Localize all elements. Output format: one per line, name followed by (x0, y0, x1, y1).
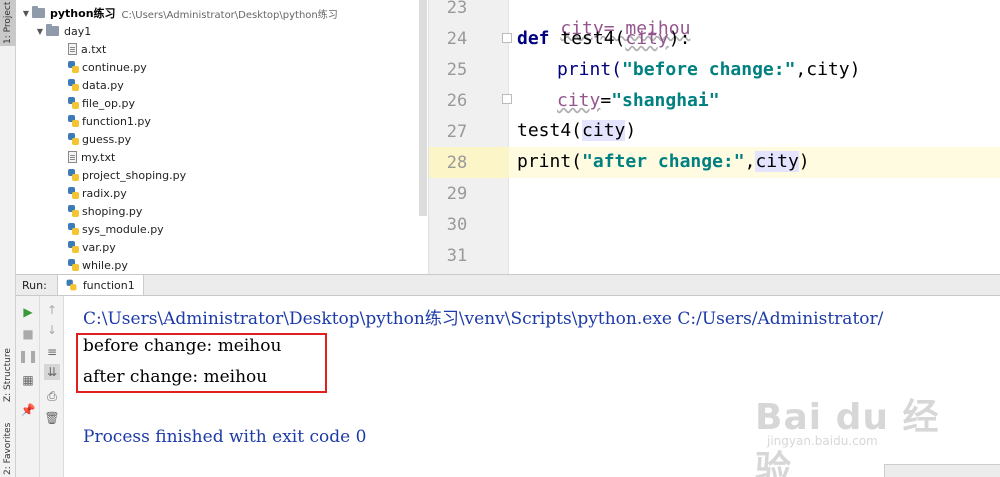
folder-icon (46, 24, 59, 36)
tree-file-row[interactable]: project_shoping.py (68, 166, 186, 184)
soft-wrap-icon[interactable]: ≡ (44, 344, 60, 360)
run-tab-function1[interactable]: function1 (56, 275, 144, 295)
project-tree-panel: ▼ python练习 C:\Users\Administrator\Deskto… (16, 0, 428, 274)
print-icon[interactable]: ⎙ (44, 388, 60, 404)
line-number: 30 (446, 215, 468, 235)
line-number: 28 (446, 153, 468, 173)
pause-icon[interactable]: ❚❚ (18, 348, 38, 364)
python-file-icon (68, 79, 79, 91)
line-number: 23 (446, 0, 468, 18)
file-name: function1.py (82, 114, 151, 128)
text-file-icon (68, 151, 77, 163)
structure-tool-tab[interactable]: Z: Structure (0, 340, 16, 410)
left-tool-strip: 1: Project Z: Structure 2: Favorites (0, 0, 16, 477)
code-editor[interactable]: 23 24 25 26 27 28 29 30 31 city= meihou def test… (428, 0, 1000, 274)
scroll-down-icon[interactable]: ↓ (44, 322, 60, 338)
run-label: Run: (22, 278, 47, 292)
tree-file-row[interactable]: file_op.py (68, 94, 135, 112)
python-file-icon (68, 187, 79, 199)
watermark-url: jingyan.baidu.com (767, 434, 878, 448)
tree-file-row[interactable]: while.py (68, 256, 128, 274)
folder-icon (32, 6, 45, 18)
run-toolbar-right: ↑ ↓ ≡ ⇊ ⎙ 🗑 (40, 296, 64, 477)
python-file-icon (68, 115, 79, 127)
code-line-24: def test4(city): (517, 28, 691, 49)
file-name: guess.py (82, 132, 132, 146)
scroll-to-end-icon[interactable]: ⇊ (44, 364, 60, 380)
tree-folder-day1[interactable]: ▼ day1 (34, 22, 91, 40)
console-command-line: C:\Users\Administrator\Desktop\python练习\… (83, 309, 884, 329)
console-exit-line: Process finished with exit code 0 (83, 427, 367, 447)
python-file-icon (68, 259, 79, 271)
stop-icon[interactable]: ■ (20, 326, 36, 342)
file-name: sys_module.py (82, 222, 164, 236)
code-line-25: print("before change:",city) (557, 59, 861, 80)
fold-marker-icon[interactable] (502, 33, 512, 43)
python-file-icon (68, 205, 79, 217)
file-name: var.py (82, 240, 116, 254)
line-number: 25 (446, 60, 468, 80)
tree-file-row[interactable]: shoping.py (68, 202, 142, 220)
console-output-line: after change: meihou (83, 367, 268, 387)
tree-file-row[interactable]: my.txt (68, 148, 115, 166)
expand-arrow-icon[interactable]: ▼ (34, 27, 46, 36)
folder-name: day1 (64, 24, 92, 38)
line-number: 31 (446, 246, 468, 266)
layout-icon[interactable]: ▦ (20, 372, 36, 388)
python-file-icon (68, 97, 79, 109)
file-name: continue.py (82, 60, 147, 74)
python-file-icon (68, 61, 79, 73)
code-line-27: test4(city) (517, 120, 637, 141)
python-file-icon (66, 279, 77, 291)
tree-file-row[interactable]: function1.py (68, 112, 151, 130)
python-file-icon (68, 241, 79, 253)
status-corner (884, 464, 1000, 477)
code-line-28: print("after change:",city) (517, 151, 810, 172)
line-number: 27 (446, 122, 468, 142)
tree-file-row[interactable]: var.py (68, 238, 116, 256)
pin-icon[interactable]: 📌 (20, 402, 36, 418)
file-name: radix.py (82, 186, 127, 200)
run-panel-header: Run: function1 (16, 274, 1000, 296)
line-number: 29 (446, 184, 468, 204)
console-output-line: before change: meihou (83, 336, 282, 356)
tree-scrollbar[interactable] (419, 0, 427, 216)
project-path: C:\Users\Administrator\Desktop\python练习 (121, 9, 338, 21)
tree-file-row[interactable]: sys_module.py (68, 220, 164, 238)
trash-icon[interactable]: 🗑 (44, 410, 60, 426)
tree-file-row[interactable]: data.py (68, 76, 124, 94)
line-number: 26 (446, 91, 468, 111)
text-file-icon (68, 43, 77, 55)
python-file-icon (68, 133, 79, 145)
file-name: project_shoping.py (82, 168, 187, 182)
fold-marker-icon[interactable] (502, 94, 512, 104)
file-name: a.txt (81, 42, 107, 56)
file-name: while.py (82, 258, 128, 272)
file-name: data.py (82, 78, 124, 92)
rerun-icon[interactable]: ▶ (20, 304, 36, 320)
python-file-icon (68, 223, 79, 235)
project-name: python练习 (50, 7, 116, 20)
baidu-watermark: Bai du 经验 jingyan.baidu.com (755, 388, 945, 477)
tree-root-row[interactable]: ▼ python练习 C:\Users\Administrator\Deskto… (20, 4, 338, 22)
file-name: my.txt (81, 150, 116, 164)
tree-file-row[interactable]: continue.py (68, 58, 147, 76)
expand-arrow-icon[interactable]: ▼ (20, 9, 32, 18)
file-name: file_op.py (82, 96, 135, 110)
tree-file-row[interactable]: a.txt (68, 40, 106, 58)
run-tab-label: function1 (82, 278, 135, 292)
run-toolbar-left: ▶ ■ ❚❚ ▦ 📌 (16, 296, 40, 477)
tree-file-row[interactable]: guess.py (68, 130, 131, 148)
file-name: shoping.py (82, 204, 143, 218)
tree-file-row[interactable]: radix.py (68, 184, 127, 202)
line-number: 24 (446, 29, 468, 49)
project-tool-tab[interactable]: 1: Project (0, 0, 16, 46)
code-line-26: city="shanghai" (557, 90, 720, 111)
favorites-tool-tab[interactable]: 2: Favorites (0, 420, 16, 477)
scroll-up-icon[interactable]: ↑ (44, 302, 60, 318)
python-file-icon (68, 169, 79, 181)
